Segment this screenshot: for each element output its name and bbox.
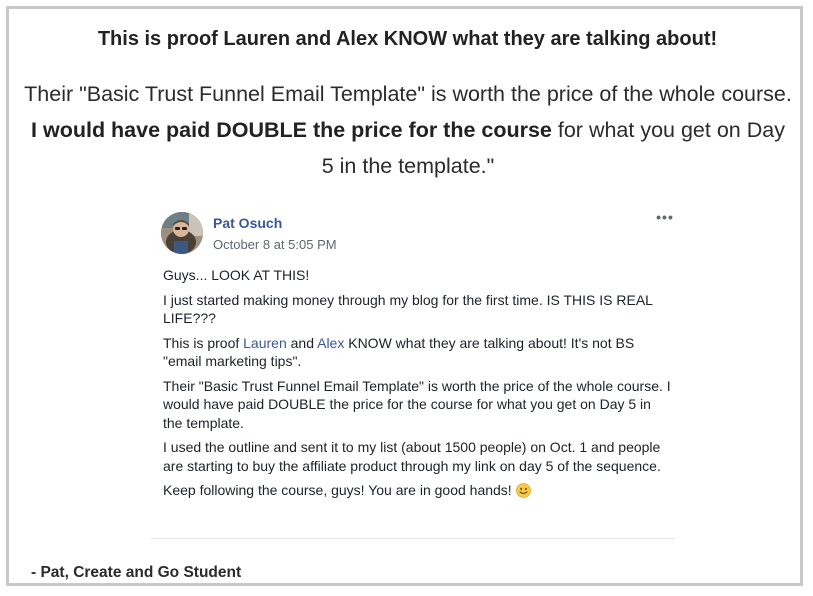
post-text: and	[286, 334, 318, 351]
post-text: Keep following the course, guys! You are…	[163, 482, 516, 498]
post-paragraph: I just started making money through my b…	[163, 291, 653, 327]
smiley-emoji-icon	[515, 483, 531, 498]
testimonial-headline: This is proof Lauren and Alex KNOW what …	[97, 28, 718, 50]
post-paragraph: This is proof Lauren and Alex KNOW what …	[163, 334, 673, 371]
testimonial-signature: - Pat, Create and Go Student	[31, 564, 242, 581]
avatar[interactable]	[161, 212, 203, 254]
mention-link-lauren[interactable]: Lauren	[243, 335, 287, 351]
mention-link-alex[interactable]: Alex	[317, 335, 344, 351]
testimonial-quote: Their "Basic Trust Funnel Email Template…	[23, 76, 793, 184]
more-options-icon[interactable]: •••	[653, 210, 677, 226]
post-paragraph: Keep following the course, guys! You are…	[163, 481, 673, 500]
post-paragraph: I used the outline and sent it to my lis…	[163, 439, 661, 474]
post-text: This is proof	[163, 334, 244, 351]
post-timestamp[interactable]: October 8 at 5:05 PM	[213, 237, 337, 252]
post-paragraph: Their "Basic Trust Funnel Email Template…	[163, 377, 671, 431]
quote-text-start: Their "Basic Trust Funnel Email Template…	[24, 82, 792, 106]
post-body: Guys... LOOK AT THIS! I just started mak…	[163, 266, 673, 506]
testimonial-frame: This is proof Lauren and Alex KNOW what …	[6, 6, 803, 586]
avatar-image	[161, 212, 203, 254]
post-author-name[interactable]: Pat Osuch	[213, 215, 282, 231]
quote-text-bold: I would have paid DOUBLE the price for t…	[31, 118, 552, 142]
facebook-post: Pat Osuch October 8 at 5:05 PM ••• Guys.…	[151, 204, 675, 539]
post-paragraph: Guys... LOOK AT THIS!	[163, 267, 310, 283]
